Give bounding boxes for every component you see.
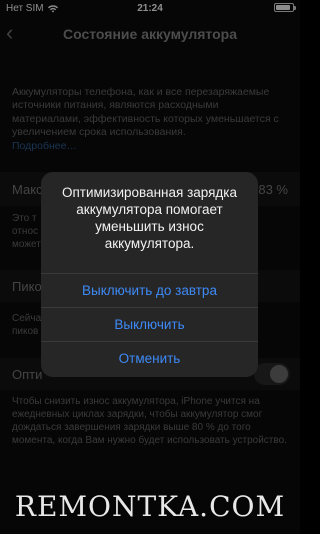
optimized-charging-alert: Оптимизированная зарядка аккумулятора по… xyxy=(41,172,258,377)
battery-health-screen: Нет SIM 21:24 ‹ Состояние аккумулятора А… xyxy=(0,0,300,534)
alert-message: Оптимизированная зарядка аккумулятора по… xyxy=(61,185,238,251)
turn-off-until-tomorrow-button[interactable]: Выключить до завтра xyxy=(41,273,258,307)
cancel-button[interactable]: Отменить xyxy=(41,341,258,375)
turn-off-button[interactable]: Выключить xyxy=(41,307,258,341)
watermark: REMONTKA.COM xyxy=(14,490,286,523)
